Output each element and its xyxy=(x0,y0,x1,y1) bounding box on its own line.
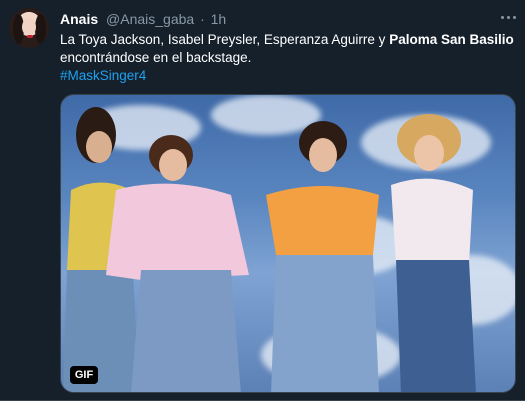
separator-dot: · xyxy=(200,11,205,27)
tweet-timestamp[interactable]: 1h xyxy=(211,11,227,27)
more-horizontal-icon[interactable] xyxy=(500,10,516,26)
tweet-text-plain: La Toya Jackson, Isabel Preysler, Espera… xyxy=(60,32,390,47)
tweet[interactable]: Anais @Anais_gaba · 1h La Toya Jackson, … xyxy=(0,0,525,401)
gif-badge: GIF xyxy=(70,366,98,384)
author-name[interactable]: Anais xyxy=(60,11,98,27)
tweet-text: La Toya Jackson, Isabel Preysler, Espera… xyxy=(60,31,515,67)
tweet-text-bold: Paloma San Basilio xyxy=(389,32,514,47)
tweet-text-after: encontrándose en el backstage. xyxy=(60,50,252,65)
dancers-image xyxy=(63,107,476,392)
author-handle[interactable]: @Anais_gaba xyxy=(106,11,194,27)
hashtag-link[interactable]: #MaskSinger4 xyxy=(60,67,146,85)
gif-media[interactable] xyxy=(60,94,516,393)
avatar[interactable] xyxy=(9,8,49,48)
tweet-header: Anais @Anais_gaba · 1h xyxy=(60,10,226,28)
